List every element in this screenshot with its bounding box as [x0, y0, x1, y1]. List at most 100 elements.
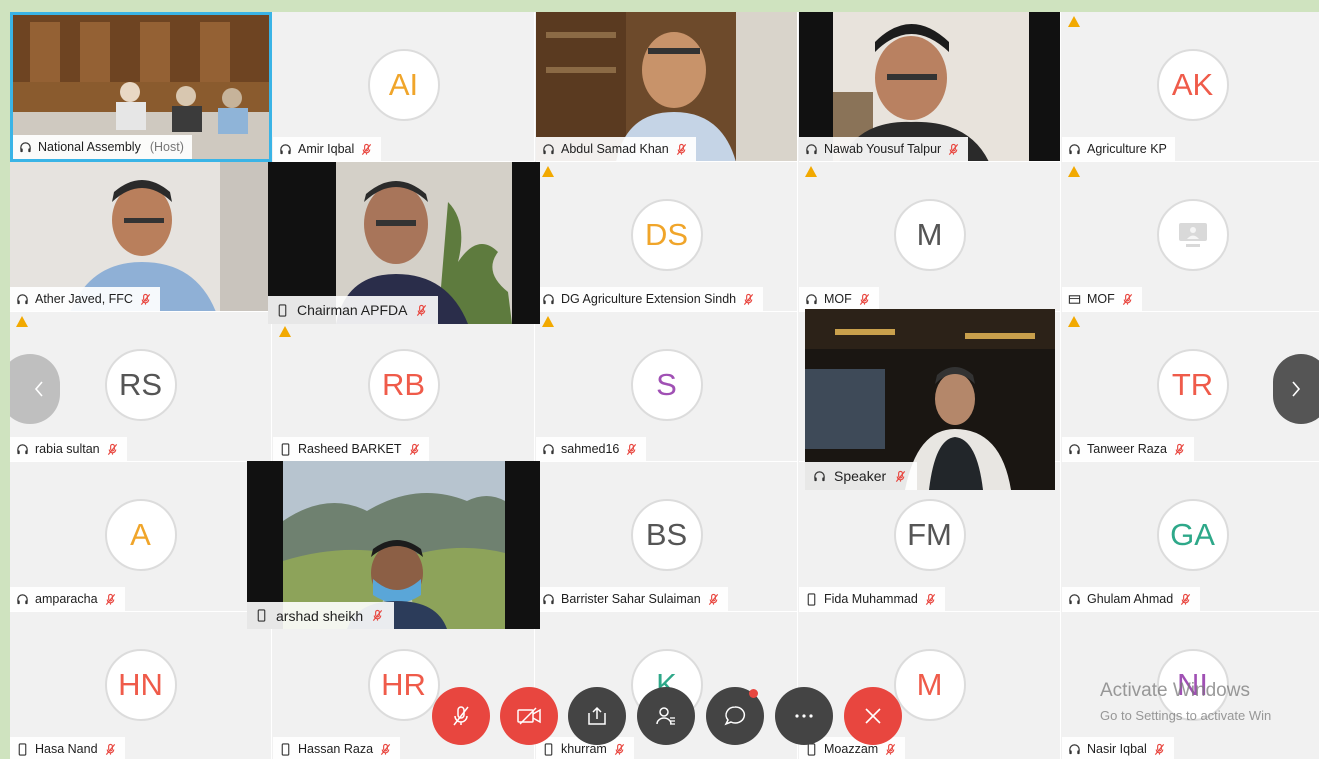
- warning-icon: [279, 326, 291, 337]
- participant-label: Rasheed BARKET: [273, 437, 429, 461]
- warning-icon: [1068, 316, 1080, 327]
- room-system-icon: [1178, 222, 1207, 247]
- participant-tile-dg-agri-sindh[interactable]: DS DG Agriculture Extension Sindh: [536, 162, 798, 312]
- participant-tile-moazzam[interactable]: M Moazzam: [799, 612, 1061, 759]
- mic-muted-icon: [896, 470, 906, 482]
- participant-tile-amir-iqbal[interactable]: AI Amir Iqbal: [273, 12, 535, 162]
- phone-icon: [257, 609, 266, 622]
- participant-tile-ghulam-ahmad[interactable]: GA Ghulam Ahmad: [1062, 462, 1319, 612]
- phone-icon: [281, 442, 290, 456]
- participant-name: National Assembly: [38, 140, 141, 154]
- mic-muted-icon: [107, 443, 117, 455]
- headset-icon: [806, 293, 817, 304]
- mic-muted-icon: [373, 609, 383, 621]
- more-button[interactable]: [775, 687, 833, 745]
- participant-label: Fida Muhammad: [799, 587, 945, 611]
- mic-muted-icon: [417, 304, 427, 316]
- participant-tile-nawab-yousuf-talpur[interactable]: Nawab Yousuf Talpur: [799, 12, 1061, 162]
- participant-tile-mof-1[interactable]: M MOF: [799, 162, 1061, 312]
- previous-page-button[interactable]: [10, 354, 60, 424]
- avatar: DS: [630, 198, 703, 271]
- participants-button[interactable]: [637, 687, 695, 745]
- phone-icon: [807, 592, 816, 606]
- participant-tile-amparacha[interactable]: A amparacha: [10, 462, 272, 612]
- participant-name: Chairman APFDA: [297, 302, 408, 318]
- avatar: AK: [1156, 48, 1229, 121]
- headset-icon: [543, 443, 554, 454]
- participant-label: Nasir Iqbal: [1062, 737, 1174, 759]
- chevron-left-icon: [34, 381, 43, 397]
- participant-label: Hassan Raza: [273, 737, 401, 759]
- participant-label: Hasa Nand: [10, 737, 125, 759]
- participant-tile-chairman-apfda[interactable]: Chairman APFDA: [268, 162, 540, 324]
- headset-icon: [543, 593, 554, 604]
- leave-meeting-button[interactable]: [844, 687, 902, 745]
- participant-name: arshad sheikh: [276, 607, 364, 624]
- participant-tile-national-assembly[interactable]: National Assembly (Host): [10, 12, 272, 162]
- video-button[interactable]: [500, 687, 558, 745]
- participant-name: Tanweer Raza: [1087, 442, 1167, 456]
- participants-icon: [656, 707, 675, 725]
- participant-tile-abdul-samad-khan[interactable]: Abdul Samad Khan: [536, 12, 798, 162]
- participant-tile-hassan-raza[interactable]: HR Hassan Raza: [273, 612, 535, 759]
- mic-muted-icon: [1174, 443, 1185, 455]
- participant-tile-mof-2[interactable]: MOF: [1062, 162, 1319, 312]
- share-button[interactable]: [568, 687, 626, 745]
- participant-tile-ather-javed[interactable]: Ather Javed, FFC: [10, 162, 272, 312]
- participant-tile-sahmed16[interactable]: S sahmed16: [536, 312, 798, 462]
- headset-icon: [543, 143, 554, 154]
- participant-label: Agriculture KP: [1062, 137, 1175, 161]
- participant-name: sahmed16: [561, 442, 620, 456]
- chat-button[interactable]: [706, 687, 764, 745]
- participant-tile-rasheed-barket[interactable]: RB Rasheed BARKET: [273, 312, 535, 462]
- chat-icon: [724, 706, 746, 726]
- next-page-button[interactable]: [1273, 354, 1319, 424]
- participant-label: MOF: [799, 287, 879, 311]
- mic-muted-icon: [627, 443, 637, 455]
- headset-icon: [1069, 743, 1080, 754]
- participant-name: MOF: [824, 292, 852, 306]
- participant-grid: National Assembly (Host) AI Amir Iqbal A…: [10, 12, 1319, 759]
- mic-off-icon: [453, 706, 469, 726]
- participant-label: Speaker: [805, 462, 918, 490]
- participant-name: MOF: [1087, 292, 1115, 306]
- participant-tile-agriculture-kp[interactable]: AK Agriculture KP: [1062, 12, 1319, 162]
- phone-icon: [281, 742, 290, 756]
- mic-muted-icon: [1154, 743, 1164, 755]
- avatar: [1156, 198, 1229, 271]
- chevron-right-icon: [1292, 381, 1301, 397]
- participant-label: amparacha: [10, 587, 125, 611]
- close-icon: [865, 708, 881, 724]
- participant-label: Tanweer Raza: [1062, 437, 1194, 461]
- share-icon: [588, 706, 606, 725]
- participant-name: Amir Iqbal: [298, 142, 355, 156]
- headset-icon: [814, 470, 825, 481]
- warning-icon: [16, 316, 28, 327]
- participant-label: arshad sheikh: [247, 602, 395, 629]
- meeting-window: National Assembly (Host) AI Amir Iqbal A…: [0, 0, 1319, 759]
- participant-name: Hasa Nand: [35, 742, 98, 756]
- participant-tile-barrister-sahar[interactable]: BS Barrister Sahar Sulaiman: [536, 462, 798, 612]
- participant-name: Agriculture KP: [1087, 142, 1167, 156]
- mic-muted-icon: [105, 593, 115, 605]
- more-icon: [795, 714, 813, 718]
- headset-icon: [1069, 143, 1080, 154]
- participant-tile-speaker[interactable]: Speaker: [805, 309, 1055, 490]
- warning-icon: [1068, 166, 1080, 177]
- participant-label: rabia sultan: [10, 437, 127, 461]
- participant-name: Ghulam Ahmad: [1087, 592, 1174, 606]
- participant-label: Amir Iqbal: [273, 137, 382, 161]
- avatar: S: [630, 348, 703, 421]
- mute-button[interactable]: [432, 687, 490, 745]
- headset-icon: [20, 141, 31, 152]
- warning-icon: [805, 166, 817, 177]
- phone-icon: [18, 742, 27, 756]
- mic-muted-icon: [676, 143, 686, 155]
- participant-label: DG Agriculture Extension Sindh: [536, 287, 764, 311]
- participant-tile-arshad-sheikh[interactable]: arshad sheikh: [247, 461, 540, 629]
- mic-muted-icon: [925, 593, 935, 605]
- avatar: M: [893, 648, 966, 721]
- mic-muted-icon: [1122, 293, 1132, 305]
- participant-tile-hasa-nand[interactable]: HN Hasa Nand: [10, 612, 272, 759]
- headset-icon: [17, 443, 28, 454]
